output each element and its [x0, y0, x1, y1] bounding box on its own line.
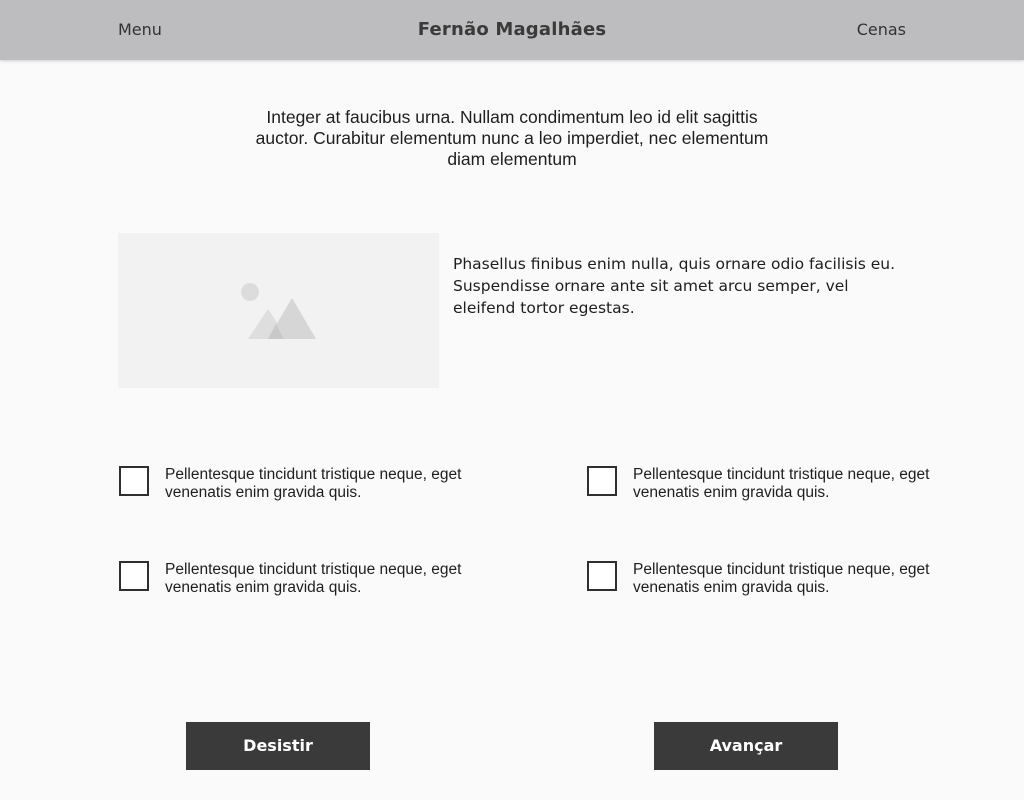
option-label: Pellentesque tincidunt tristique neque, …: [165, 466, 462, 501]
quit-button[interactable]: Desistir: [186, 722, 370, 770]
option-label: Pellentesque tincidunt tristique neque, …: [165, 561, 462, 596]
image-placeholder: [118, 233, 439, 388]
image-placeholder-icon: [241, 283, 316, 339]
option-checkbox-3[interactable]: Pellentesque tincidunt tristique neque, …: [119, 561, 461, 601]
option-checkbox-2[interactable]: Pellentesque tincidunt tristique neque, …: [587, 466, 929, 506]
media-description: Phasellus finibus enim nulla, quis ornar…: [453, 255, 896, 317]
checkbox[interactable]: [119, 561, 149, 591]
scenes-button[interactable]: Cenas: [857, 20, 906, 39]
next-button[interactable]: Avançar: [654, 722, 838, 770]
option-label: Pellentesque tincidunt tristique neque, …: [633, 561, 930, 596]
intro-text: Integer at faucibus urna. Nullam condime…: [255, 107, 769, 169]
checkbox[interactable]: [119, 466, 149, 496]
checkbox[interactable]: [587, 561, 617, 591]
checkbox[interactable]: [587, 466, 617, 496]
option-checkbox-1[interactable]: Pellentesque tincidunt tristique neque, …: [119, 466, 461, 506]
top-bar: Menu Fernão Magalhães Cenas: [0, 0, 1024, 60]
option-checkbox-4[interactable]: Pellentesque tincidunt tristique neque, …: [587, 561, 929, 601]
option-label: Pellentesque tincidunt tristique neque, …: [633, 466, 930, 501]
